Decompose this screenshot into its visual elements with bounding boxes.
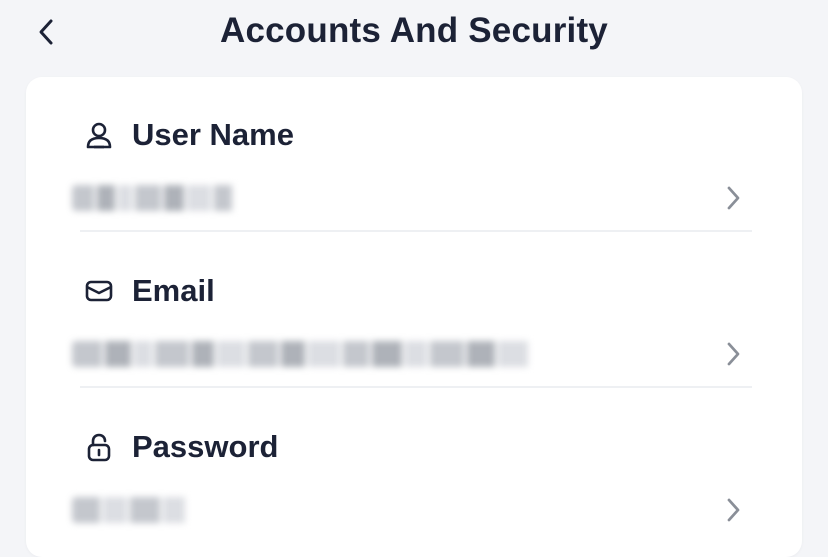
divider <box>80 386 752 388</box>
divider <box>80 230 752 232</box>
user-name-row[interactable]: User Name <box>26 77 802 233</box>
email-row[interactable]: Email <box>26 233 802 389</box>
page-title: Accounts And Security <box>220 11 608 50</box>
user-icon <box>84 120 114 150</box>
chevron-right-icon <box>720 495 746 525</box>
row-label: User Name <box>84 117 294 153</box>
email-value <box>72 341 531 367</box>
top-bar: Accounts And Security <box>0 0 828 66</box>
settings-card: User Name Email Password <box>26 77 802 557</box>
row-title-user-name: User Name <box>132 117 294 152</box>
chevron-right-icon <box>720 339 746 369</box>
mail-icon <box>84 276 114 306</box>
row-label: Password <box>84 429 278 465</box>
lock-icon <box>84 432 114 462</box>
user-name-value <box>72 185 235 211</box>
row-title-password: Password <box>132 429 279 464</box>
chevron-right-icon <box>720 183 746 213</box>
row-title-email: Email <box>132 273 215 308</box>
password-row[interactable]: Password <box>26 389 802 545</box>
row-label: Email <box>84 273 215 309</box>
password-value <box>72 497 188 523</box>
